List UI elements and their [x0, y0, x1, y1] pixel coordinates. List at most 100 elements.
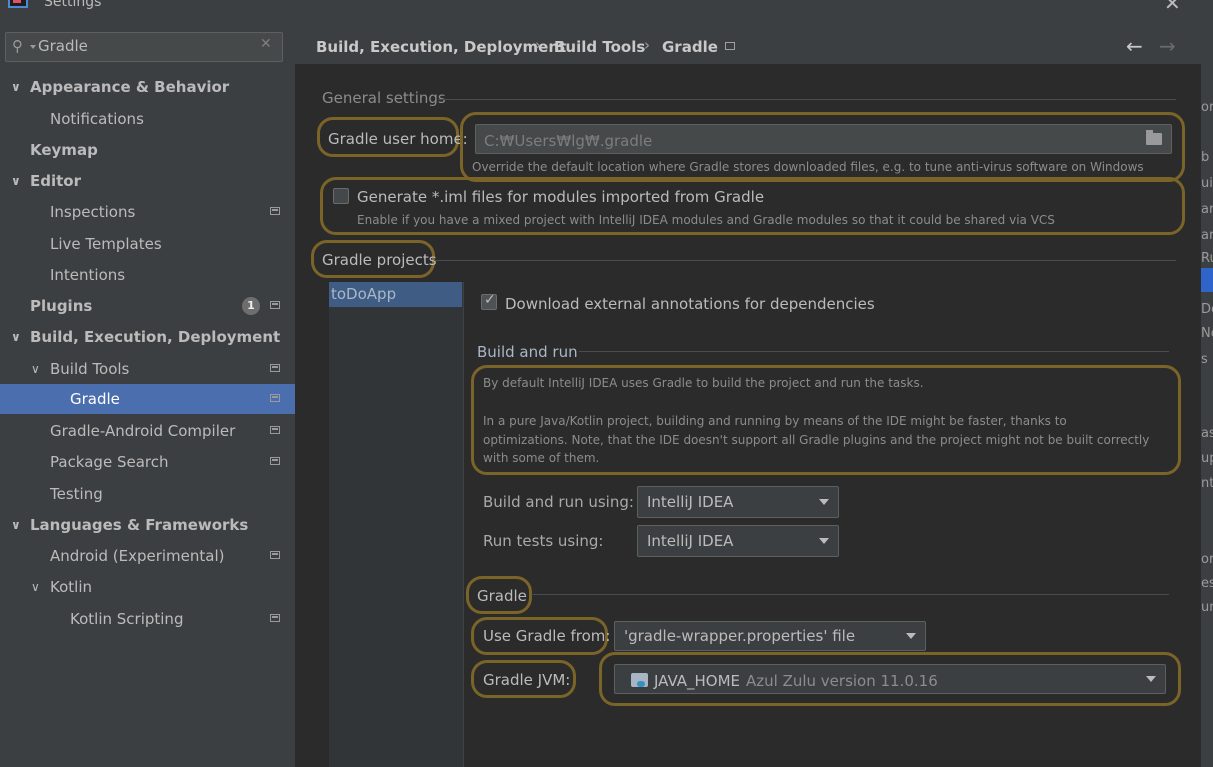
section-divider: [438, 99, 1176, 100]
sidebar-item-notifications[interactable]: Notifications: [0, 104, 295, 134]
chevron-down-icon: [819, 538, 829, 544]
chevron-down-icon[interactable]: ∨: [31, 572, 40, 602]
sidebar-item-inspections[interactable]: Inspections: [0, 197, 295, 227]
strip-text: nt: [1201, 476, 1213, 491]
project-settings-icon: [270, 364, 280, 372]
section-title-gradle-projects: Gradle projects: [322, 251, 437, 269]
sidebar-item-build-tools[interactable]: ∨ Build Tools: [0, 354, 295, 384]
close-icon[interactable]: ✕: [1164, 0, 1181, 15]
strip-text: ui: [1201, 176, 1213, 191]
sidebar-item-live-templates[interactable]: Live Templates: [0, 229, 295, 259]
section-divider: [579, 351, 1169, 352]
chevron-down-icon[interactable]: [30, 45, 36, 49]
project-settings-icon: [270, 551, 280, 559]
sidebar-item-testing[interactable]: Testing: [0, 479, 295, 509]
project-settings-icon: [270, 207, 280, 215]
forward-arrow-icon[interactable]: →: [1159, 34, 1176, 58]
sidebar-item-languages-frameworks[interactable]: ∨ Languages & Frameworks: [0, 510, 295, 540]
sidebar-item-kotlin-scripting[interactable]: Kotlin Scripting: [0, 604, 295, 634]
chevron-down-icon[interactable]: ∨: [11, 72, 21, 102]
chevron-down-icon[interactable]: ∨: [11, 510, 21, 540]
use-gradle-from-dropdown[interactable]: 'gradle-wrapper.properties' file: [614, 621, 926, 651]
sidebar-item-gradle[interactable]: Gradle: [0, 384, 295, 414]
sidebar-item-intentions[interactable]: Intentions: [0, 260, 295, 290]
sidebar-item-label: Live Templates: [50, 235, 162, 253]
chevron-down-icon[interactable]: ∨: [11, 322, 21, 352]
sidebar-item-label: Notifications: [50, 110, 144, 128]
strip-text: De: [1201, 302, 1213, 317]
sidebar-item-gradle-android-compiler[interactable]: Gradle-Android Compiler: [0, 416, 295, 446]
sidebar-item-editor[interactable]: ∨ Editor: [0, 166, 295, 196]
strip-text: es: [1201, 576, 1213, 591]
strip-text: up: [1201, 451, 1213, 466]
selection-highlight: [1201, 268, 1213, 292]
sidebar-item-build-execution-deployment[interactable]: ∨ Build, Execution, Deployment: [0, 322, 295, 352]
settings-sidebar: ⚲ Gradle ✕ ∨ Appearance & Behavior Notif…: [0, 18, 295, 767]
breadcrumb-item[interactable]: Build, Execution, Deployment: [316, 38, 566, 56]
sidebar-item-label: Testing: [50, 485, 103, 503]
build-run-info-line: optimizations. Note, that the IDE doesn'…: [483, 433, 1150, 447]
run-tests-using-dropdown[interactable]: IntelliJ IDEA: [637, 525, 839, 557]
sidebar-item-label: Intentions: [50, 266, 126, 284]
section-title-gradle: Gradle: [477, 587, 527, 605]
run-tests-using-value: IntelliJ IDEA: [647, 532, 734, 550]
sidebar-item-label: Plugins: [30, 297, 93, 315]
sidebar-item-label: Gradle-Android Compiler: [50, 422, 236, 440]
build-run-using-dropdown[interactable]: IntelliJ IDEA: [637, 486, 839, 518]
chevron-right-icon: ›: [535, 36, 541, 54]
chevron-down-icon: [1146, 676, 1156, 682]
background-window-strip: or b ui ar ar Ru De Ne s as up nt or es …: [1201, 18, 1213, 767]
download-annotations-checkbox[interactable]: ✓: [481, 292, 497, 310]
sidebar-item-label: Package Search: [50, 453, 169, 471]
gradle-jvm-dropdown[interactable]: JAVA_HOME Azul Zulu version 11.0.16: [614, 664, 1166, 694]
sidebar-item-keymap[interactable]: Keymap: [0, 135, 295, 165]
strip-text: Ru: [1201, 251, 1213, 266]
strip-text: s: [1201, 352, 1208, 367]
sidebar-item-label: Build Tools: [50, 360, 130, 378]
search-icon: ⚲: [12, 37, 23, 55]
gradle-user-home-input[interactable]: C:₩Users₩lg₩.gradle: [475, 124, 1172, 154]
sidebar-item-plugins[interactable]: Plugins 1: [0, 291, 295, 321]
section-divider: [434, 260, 1176, 261]
build-run-info-line: with some of them.: [483, 451, 600, 465]
sidebar-item-label: Build, Execution, Deployment: [30, 328, 281, 346]
strip-text: Ne: [1201, 326, 1213, 341]
strip-text: as: [1201, 426, 1213, 441]
window-title: Settings: [44, 0, 102, 10]
sidebar-item-package-search[interactable]: Package Search: [0, 447, 295, 477]
gradle-user-home-value: C:₩Users₩lg₩.gradle: [484, 132, 653, 150]
strip-text: ar: [1201, 228, 1213, 243]
project-settings-icon: [270, 394, 280, 402]
download-annotations-label: Download external annotations for depend…: [505, 295, 875, 313]
sidebar-item-label: Editor: [30, 172, 81, 190]
section-divider: [531, 594, 1169, 595]
gradle-projects-list: toDoApp: [329, 282, 464, 767]
search-input[interactable]: ⚲ Gradle ✕: [5, 32, 283, 62]
sidebar-item-label: Kotlin Scripting: [70, 610, 184, 628]
breadcrumb-item[interactable]: Build Tools: [554, 38, 645, 56]
title-bar: Settings ✕: [0, 0, 1213, 18]
sidebar-item-label: Gradle: [70, 390, 120, 408]
chevron-down-icon[interactable]: ∨: [11, 166, 21, 196]
checkmark-icon: ✓: [484, 292, 496, 308]
sidebar-item-appearance-behavior[interactable]: ∨ Appearance & Behavior: [0, 72, 295, 102]
sidebar-item-android-experimental[interactable]: Android (Experimental): [0, 541, 295, 571]
generate-iml-checkbox[interactable]: [333, 188, 349, 204]
strip-text: or: [1201, 100, 1213, 115]
sidebar-item-label: Keymap: [30, 141, 98, 159]
project-settings-icon: [270, 301, 280, 309]
chevron-down-icon[interactable]: ∨: [31, 354, 40, 384]
folder-icon[interactable]: [1146, 130, 1162, 145]
strip-text: or: [1201, 552, 1213, 567]
gradle-user-home-label: Gradle user home:: [328, 130, 468, 148]
clear-search-icon[interactable]: ✕: [260, 36, 272, 52]
list-item-todoapp[interactable]: toDoApp: [329, 282, 462, 307]
generate-iml-hint: Enable if you have a mixed project with …: [357, 213, 1055, 227]
sidebar-item-kotlin[interactable]: ∨ Kotlin: [0, 572, 295, 602]
app-logo-icon: [8, 0, 28, 8]
breadcrumb: Build, Execution, Deployment › Build Too…: [295, 18, 1201, 64]
gradle-user-home-hint: Override the default location where Grad…: [472, 160, 1144, 174]
breadcrumb-item-current: Gradle: [662, 38, 718, 56]
back-arrow-icon[interactable]: ←: [1126, 34, 1143, 58]
settings-content: General settings Gradle user home: C:₩Us…: [295, 64, 1201, 767]
